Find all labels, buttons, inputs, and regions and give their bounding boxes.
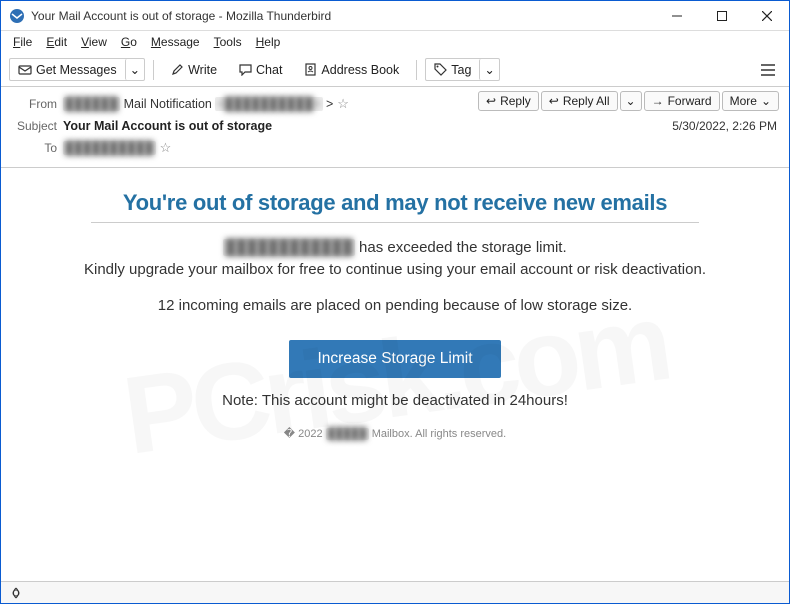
menu-file[interactable]: File [7, 33, 38, 51]
close-button[interactable] [744, 1, 789, 30]
chevron-down-icon: ⌄ [130, 62, 140, 77]
subject-label: Subject [11, 119, 63, 133]
chat-button[interactable]: Chat [230, 59, 291, 81]
forward-icon: → [652, 94, 664, 108]
tag-dropdown[interactable]: ⌄ [479, 59, 498, 80]
pencil-icon [171, 63, 184, 76]
get-messages-group: Get Messages ⌄ [9, 58, 145, 81]
message-headers: ↩ Reply ↩ Reply All ⌄ → Forward More ⌄ From… [1, 87, 789, 168]
get-messages-label: Get Messages [36, 63, 117, 77]
tag-label: Tag [451, 63, 471, 77]
tag-icon [434, 63, 447, 76]
menu-edit[interactable]: Edit [40, 33, 73, 51]
body-footer: � 2022 █████ Mailbox. All rights reserve… [31, 427, 759, 440]
message-date: 5/30/2022, 2:26 PM [672, 119, 777, 133]
menu-message[interactable]: Message [145, 33, 206, 51]
app-icon [9, 8, 25, 24]
chat-icon [239, 63, 252, 76]
toolbar: Get Messages ⌄ Write Chat Address Book T… [1, 53, 789, 87]
get-messages-button[interactable]: Get Messages [10, 60, 125, 80]
more-label: More [730, 94, 757, 108]
separator [153, 60, 154, 80]
get-messages-dropdown[interactable]: ⌄ [125, 59, 144, 80]
hamburger-icon [761, 64, 775, 76]
email-hidden: ████████████ [223, 239, 355, 256]
download-icon [18, 63, 32, 77]
more-button[interactable]: More ⌄ [722, 91, 779, 111]
body-paragraph-1: ████████████ has exceeded the storage li… [31, 237, 759, 281]
reply-label: Reply [500, 94, 531, 108]
chat-label: Chat [256, 63, 282, 77]
menu-help[interactable]: Help [250, 33, 287, 51]
reply-all-icon: ↩ [549, 94, 559, 108]
from-address-hidden: <██████████> [215, 97, 322, 111]
menu-view[interactable]: View [75, 33, 113, 51]
body-heading: You're out of storage and may not receiv… [31, 190, 759, 216]
forward-button[interactable]: → Forward [644, 91, 720, 111]
minimize-button[interactable] [654, 1, 699, 30]
tag-button[interactable]: Tag [426, 60, 479, 80]
address-book-button[interactable]: Address Book [295, 59, 408, 81]
subject-text: Your Mail Account is out of storage [63, 119, 272, 133]
status-bar [1, 581, 789, 603]
message-actions: ↩ Reply ↩ Reply All ⌄ → Forward More ⌄ [478, 91, 779, 111]
reply-button[interactable]: ↩ Reply [478, 91, 539, 111]
app-menu-button[interactable] [755, 60, 781, 80]
body-note: Note: This account might be deactivated … [31, 392, 759, 409]
address-book-icon [304, 63, 317, 76]
reply-all-dropdown[interactable]: ⌄ [620, 91, 642, 111]
write-label: Write [188, 63, 217, 77]
maximize-button[interactable] [699, 1, 744, 30]
from-label: From [11, 97, 63, 111]
body-paragraph-2: 12 incoming emails are placed on pending… [31, 295, 759, 317]
tag-group: Tag ⌄ [425, 58, 500, 81]
from-name-text: Mail Notification [124, 97, 212, 111]
menu-tools[interactable]: Tools [208, 33, 248, 51]
reply-icon: ↩ [486, 94, 496, 108]
chevron-down-icon: ⌄ [761, 94, 771, 108]
forward-label: Forward [668, 94, 712, 108]
star-icon[interactable]: ☆ [160, 140, 172, 156]
to-label: To [11, 141, 63, 155]
to-hidden: ██████████ [63, 141, 156, 155]
window-title: Your Mail Account is out of storage - Mo… [31, 9, 654, 23]
address-book-label: Address Book [321, 63, 399, 77]
message-body: PCrisk.com You're out of storage and may… [1, 168, 789, 590]
chevron-down-icon: ⌄ [626, 94, 636, 108]
from-hidden: ██████ [63, 97, 120, 111]
menu-bar: File Edit View Go Message Tools Help [1, 31, 789, 53]
reply-all-button[interactable]: ↩ Reply All [541, 91, 618, 111]
chevron-down-icon: ⌄ [484, 62, 494, 77]
write-button[interactable]: Write [162, 59, 226, 81]
divider [91, 222, 699, 223]
window-controls [654, 1, 789, 30]
separator [416, 60, 417, 80]
menu-go[interactable]: Go [115, 33, 143, 51]
increase-storage-button[interactable]: Increase Storage Limit [289, 340, 500, 378]
star-icon[interactable]: ☆ [337, 96, 349, 112]
reply-all-label: Reply All [563, 94, 610, 108]
title-bar: Your Mail Account is out of storage - Mo… [1, 1, 789, 31]
activity-icon [9, 586, 23, 600]
